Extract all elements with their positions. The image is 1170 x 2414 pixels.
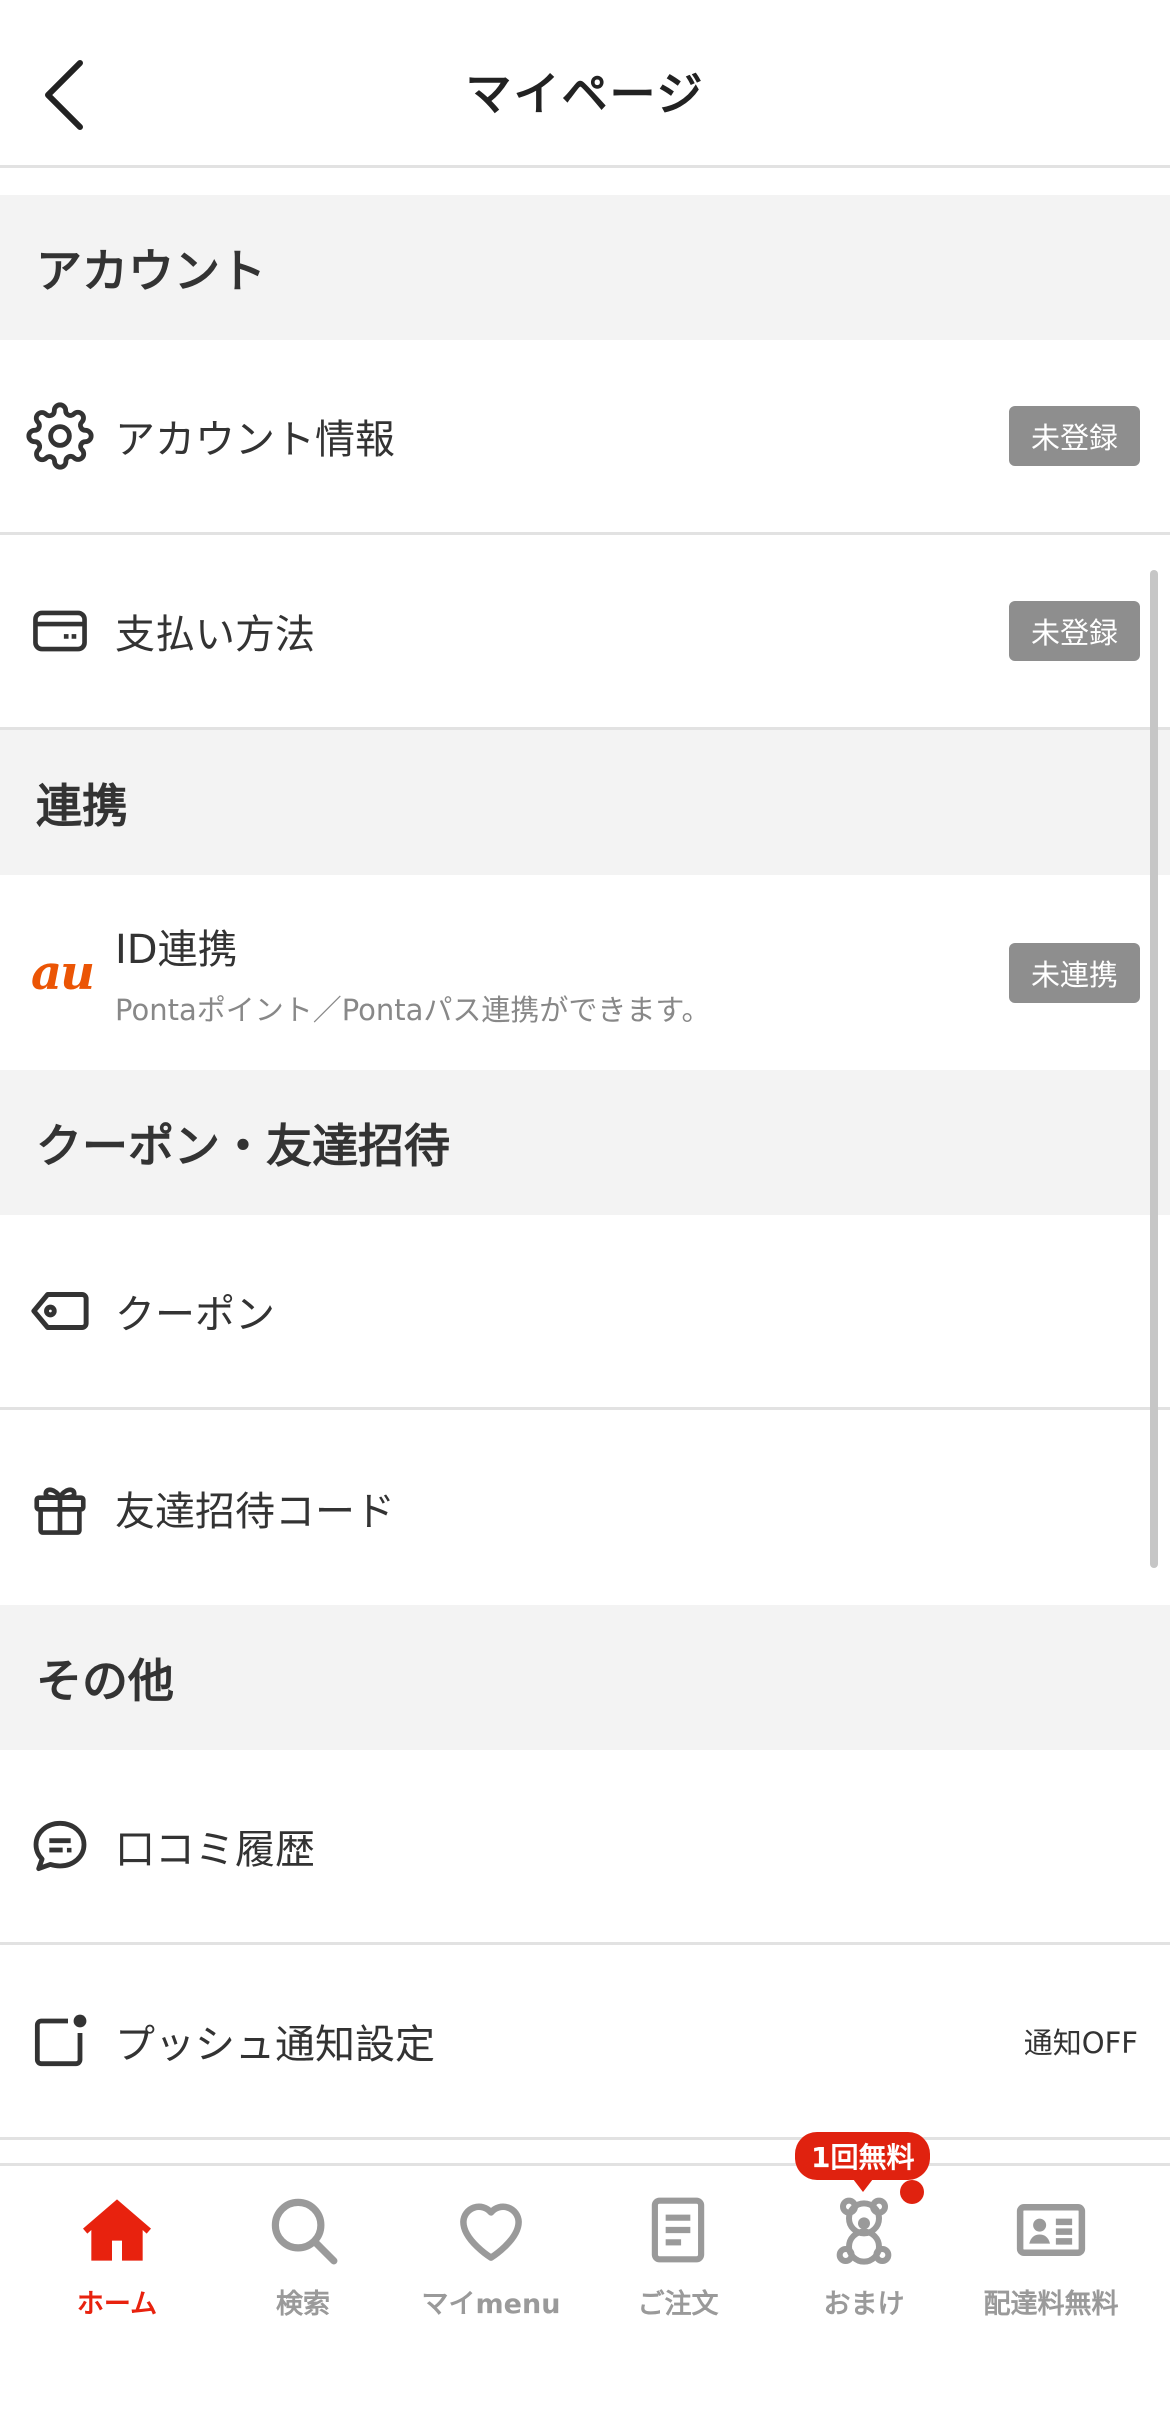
search-icon [261, 2188, 345, 2272]
id-link-description: Pontaポイント／Pontaパス連携ができます。 [115, 992, 711, 1027]
tab-free-delivery[interactable]: 配達料無料 [958, 2188, 1144, 2338]
chat-bubble-icon [24, 1810, 96, 1882]
account-info-label: アカウント情報 [115, 417, 395, 463]
payment-status-badge: 未登録 [1008, 601, 1140, 661]
bottom-tab-bar: ホーム 検索 マイmenu ご注文 おまけ 配達料無料 [0, 2163, 1170, 2414]
id-link-label: ID連携 [115, 926, 238, 973]
credit-card-icon [24, 595, 96, 667]
invite-code-row[interactable]: 友達招待コード [0, 1410, 1170, 1605]
coupon-row[interactable]: クーポン [0, 1215, 1170, 1410]
invite-code-label: 友達招待コード [115, 1488, 395, 1535]
notification-square-icon [24, 2005, 96, 2077]
document-icon [636, 2188, 720, 2272]
section-header-account: アカウント [0, 195, 1170, 340]
heart-icon [449, 2188, 533, 2272]
page-title: マイページ [465, 67, 705, 121]
scrollbar[interactable] [1150, 570, 1158, 1568]
section-header-other: その他 [0, 1605, 1170, 1750]
settings-list: アカウント アカウント情報 未登録 支払い方法 未登録 連携 au ID連携 P… [0, 195, 1170, 2140]
bear-icon [822, 2188, 906, 2272]
id-link-row[interactable]: au ID連携 Pontaポイント／Pontaパス連携ができます。 未連携 [0, 875, 1170, 1070]
id-link-status-badge: 未連携 [1008, 942, 1140, 1003]
tab-omake[interactable]: おまけ [771, 2188, 957, 2338]
promo-bubble: 1回無料 [795, 2132, 931, 2192]
tab-home[interactable]: ホーム [24, 2188, 210, 2338]
reviews-history-row[interactable]: 口コミ履歴 [0, 1750, 1170, 1945]
gear-icon [24, 400, 96, 472]
au-logo: au [31, 944, 95, 1001]
coupon-label: クーポン [115, 1292, 275, 1338]
gift-icon [24, 1472, 96, 1544]
tab-search[interactable]: 検索 [210, 2188, 396, 2338]
home-icon [75, 2188, 159, 2272]
account-info-status-badge: 未登録 [1008, 406, 1140, 466]
account-info-row[interactable]: アカウント情報 未登録 [0, 340, 1170, 535]
tab-orders[interactable]: ご注文 [585, 2188, 771, 2338]
notification-dot [900, 2180, 924, 2204]
app-header: マイページ [0, 0, 1170, 168]
id-card-icon [1009, 2188, 1093, 2272]
payment-method-row[interactable]: 支払い方法 未登録 [0, 535, 1170, 730]
push-notification-label: プッシュ通知設定 [115, 2022, 435, 2068]
tab-my-menu[interactable]: マイmenu [398, 2188, 584, 2338]
section-header-linkage: 連携 [0, 730, 1170, 875]
push-notification-status: 通知OFF [1023, 2026, 1138, 2060]
payment-method-label: 支払い方法 [115, 612, 315, 658]
reviews-history-label: 口コミ履歴 [115, 1827, 315, 1873]
push-notification-row[interactable]: プッシュ通知設定 通知OFF [0, 1945, 1170, 2140]
section-header-coupon: クーポン・友達招待 [0, 1070, 1170, 1215]
tag-icon [24, 1275, 96, 1347]
